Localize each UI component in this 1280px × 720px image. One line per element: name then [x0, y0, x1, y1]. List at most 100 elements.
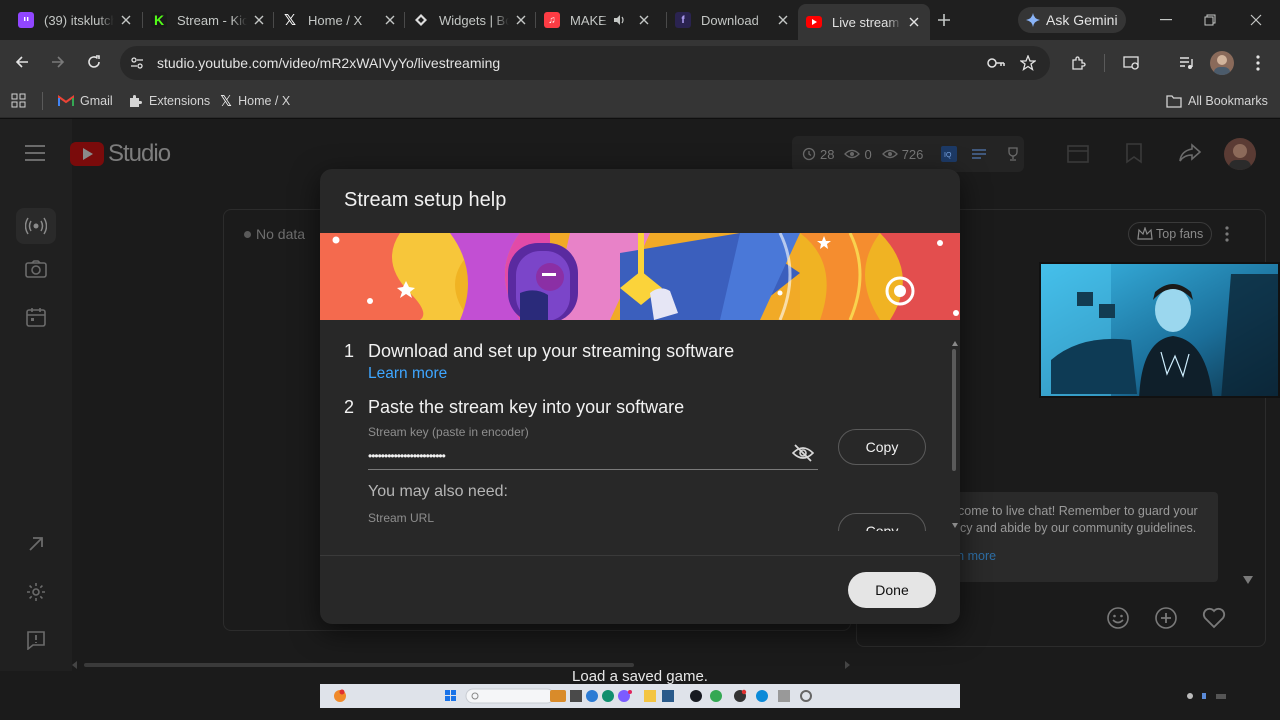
- stream-key-underline: [368, 469, 818, 470]
- extensions-puzzle-icon[interactable]: [1066, 51, 1090, 75]
- ask-gemini-label: Ask Gemini: [1046, 12, 1118, 28]
- dialog-title: Stream setup help: [344, 189, 507, 211]
- likes-stat: 0: [844, 147, 872, 162]
- f-icon: f: [675, 12, 691, 28]
- bookmark-label: Home / X: [238, 94, 291, 108]
- toggle-visibility-eye-off-icon[interactable]: [792, 443, 816, 467]
- tab-kick[interactable]: K Stream - Kick: [143, 4, 275, 36]
- restore-button[interactable]: [1200, 10, 1220, 30]
- close-tab-icon[interactable]: [251, 12, 267, 28]
- svg-text:IQ: IQ: [944, 152, 952, 159]
- tab-download[interactable]: f Download: [667, 4, 799, 36]
- external-arrow-icon[interactable]: [24, 532, 48, 556]
- bookmark-gmail[interactable]: Gmail: [58, 92, 113, 110]
- copy-stream-url-button[interactable]: Copy: [838, 513, 926, 531]
- tab-title: Home / X: [308, 12, 363, 28]
- dialog-footer-divider: [320, 555, 960, 556]
- youtube-icon: [806, 16, 822, 28]
- live-stats-bar: 28 0 726 IQ: [792, 136, 1024, 172]
- chat-welcome-line-2: acy and abide by our community guideline…: [953, 521, 1197, 535]
- site-info-icon[interactable]: [125, 51, 149, 75]
- copy-stream-key-button[interactable]: Copy: [838, 429, 926, 465]
- chat-lines-icon[interactable]: [971, 147, 991, 161]
- tab-title: Stream - Kick: [177, 12, 247, 28]
- ask-gemini-button[interactable]: Ask Gemini: [1018, 7, 1126, 33]
- bookmark-star-icon[interactable]: [1016, 51, 1040, 75]
- done-button[interactable]: Done: [848, 572, 936, 608]
- tab-music[interactable]: ♫ MAKE I: [536, 4, 668, 36]
- more-menu-icon[interactable]: [1246, 51, 1270, 75]
- close-window-button[interactable]: [1246, 10, 1266, 30]
- settings-gear-icon[interactable]: [24, 580, 48, 604]
- puzzle-icon: [127, 93, 143, 109]
- system-tray-icons: [1184, 690, 1280, 702]
- reload-button[interactable]: [82, 50, 106, 74]
- close-tab-icon[interactable]: [775, 12, 791, 28]
- iq-badge-icon[interactable]: IQ: [941, 146, 961, 162]
- tab-twitch[interactable]: (39) itsklutch: [10, 4, 142, 36]
- tab-x-home[interactable]: 𝕏 Home / X: [274, 4, 406, 36]
- stream-key-field[interactable]: ••••••••••••••••••••••••: [368, 449, 446, 463]
- tab-widgets[interactable]: Widgets | Botrix: [405, 4, 537, 36]
- profile-avatar[interactable]: [1210, 51, 1234, 75]
- clock-icon: [802, 147, 816, 161]
- add-circle-icon[interactable]: [1154, 606, 1178, 630]
- new-tab-button[interactable]: [932, 8, 956, 32]
- media-controls-icon[interactable]: [1174, 51, 1198, 75]
- bookmark-x-home[interactable]: 𝕏 Home / X: [220, 92, 290, 110]
- apps-grid-icon[interactable]: [11, 92, 27, 110]
- setup-illustration-banner: [320, 233, 960, 320]
- close-tab-icon[interactable]: [513, 12, 529, 28]
- bookmark-extensions[interactable]: Extensions: [127, 92, 210, 110]
- tab-live-stream[interactable]: Live stream: [798, 4, 930, 40]
- feedback-icon[interactable]: [24, 628, 48, 652]
- cast-icon[interactable]: [1120, 51, 1144, 75]
- webcam-overlay: [1039, 262, 1280, 398]
- chat-welcome-message: come to live chat! Remember to guard you…: [948, 492, 1218, 582]
- minimize-button[interactable]: [1156, 10, 1176, 30]
- reload-icon: [88, 55, 100, 68]
- chat-more-icon[interactable]: [1224, 226, 1230, 242]
- kick-icon: K: [151, 12, 167, 28]
- emoji-icon[interactable]: [1106, 606, 1130, 630]
- folder-icon: [1166, 94, 1182, 108]
- bookmark-icon[interactable]: [1124, 142, 1144, 164]
- widgets-icon: [413, 12, 429, 28]
- audio-playing-icon[interactable]: [612, 13, 626, 27]
- share-icon[interactable]: [1178, 142, 1202, 164]
- heart-icon[interactable]: [1202, 607, 1226, 629]
- arrow-right-icon: [52, 56, 65, 68]
- top-fans-button[interactable]: Top fans: [1128, 222, 1213, 246]
- calendar-icon[interactable]: [24, 305, 48, 329]
- camera-icon[interactable]: [24, 257, 48, 281]
- no-data-status: No data: [244, 226, 305, 242]
- dialog-scrollbar[interactable]: [952, 349, 956, 471]
- password-key-icon[interactable]: [984, 51, 1008, 75]
- eye-icon: [881, 149, 898, 159]
- channel-avatar[interactable]: [1224, 138, 1256, 170]
- chat-scroll-down-icon[interactable]: [1243, 576, 1253, 584]
- studio-logo[interactable]: Studio: [70, 140, 171, 168]
- hamburger-menu-icon[interactable]: [24, 144, 46, 162]
- url-text[interactable]: studio.youtube.com/video/mR2xWAIVyYo/liv…: [157, 55, 500, 71]
- also-need-heading: You may also need:: [368, 483, 508, 500]
- close-tab-icon[interactable]: [636, 12, 652, 28]
- all-bookmarks-button[interactable]: All Bookmarks: [1166, 92, 1268, 110]
- learn-more-link[interactable]: Learn more: [368, 365, 447, 383]
- back-button[interactable]: [10, 50, 34, 74]
- close-tab-icon[interactable]: [906, 14, 922, 30]
- scroll-down-arrow-icon[interactable]: [952, 523, 958, 528]
- close-tab-icon[interactable]: [382, 12, 398, 28]
- windows-taskbar-overlay: [320, 684, 960, 708]
- live-control-room-icon[interactable]: [16, 208, 56, 244]
- stream-url-label: Stream URL: [368, 511, 435, 525]
- gemini-sparkle-icon: [1026, 13, 1040, 27]
- studio-logo-text: Studio: [108, 140, 171, 167]
- forward-button[interactable]: [46, 50, 70, 74]
- dialog-scroll-area[interactable]: 1 Download and set up your streaming sof…: [320, 321, 960, 531]
- status-dot-icon: [244, 230, 251, 238]
- scroll-up-arrow-icon[interactable]: [952, 341, 958, 346]
- clapper-icon[interactable]: [1066, 142, 1090, 164]
- trophy-icon[interactable]: [1005, 146, 1025, 162]
- close-tab-icon[interactable]: [118, 12, 134, 28]
